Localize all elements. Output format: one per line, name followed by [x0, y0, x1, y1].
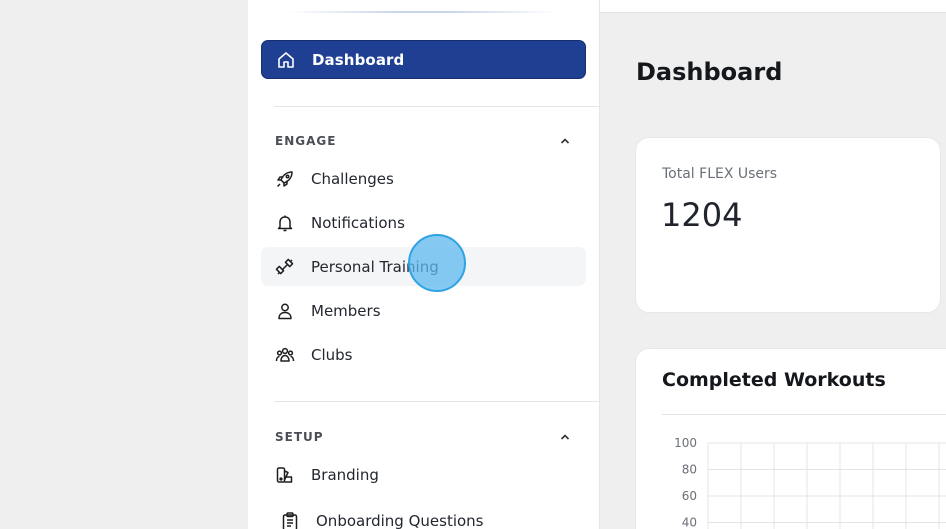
sidebar-item-label: Branding [311, 465, 379, 484]
chart-y-tick-label: 60 [682, 489, 697, 503]
chevron-up-icon[interactable] [559, 135, 571, 147]
chart-y-tick-label: 40 [682, 516, 697, 529]
sidebar-item-label: Challenges [311, 169, 394, 188]
sidebar-item-label: Notifications [311, 213, 405, 232]
sidebar-item-label: Clubs [311, 345, 353, 364]
sidebar-item-label: Dashboard [312, 50, 405, 69]
dumbbell-icon [275, 257, 295, 277]
sidebar-item-challenges[interactable]: Challenges [261, 159, 586, 198]
chevron-up-icon[interactable] [559, 431, 571, 443]
palette-icon [275, 465, 295, 485]
sidebar-divider [274, 106, 600, 107]
sidebar-item-label: Members [311, 301, 381, 320]
sidebar-item-branding[interactable]: Branding [261, 455, 586, 494]
chart-y-tick-label: 100 [674, 436, 697, 450]
click-indicator [408, 234, 466, 292]
stat-value: 1204 [661, 196, 743, 234]
rocket-icon [275, 169, 295, 189]
stat-card-total-users: Total FLEX Users 1204 [635, 137, 941, 313]
section-header-engage[interactable]: ENGAGE [275, 134, 571, 148]
group-icon [275, 345, 295, 365]
sidebar-top-divider [288, 11, 559, 13]
sidebar-item-dashboard[interactable]: Dashboard [261, 40, 586, 79]
clipboard-icon [280, 511, 300, 529]
section-title: ENGAGE [275, 134, 337, 148]
chart-y-tick-label: 80 [682, 463, 697, 477]
user-icon [275, 301, 295, 321]
chart-plot: 100 80 60 40 [674, 436, 946, 529]
chart-card-completed-workouts: Completed Workouts 100 80 60 40 [635, 348, 946, 529]
sidebar-item-onboarding-questions[interactable]: Onboarding Questions [261, 501, 586, 529]
top-bar [600, 0, 946, 13]
bell-icon [275, 213, 295, 233]
home-icon [276, 50, 296, 70]
sidebar-divider [274, 401, 600, 402]
stat-label: Total FLEX Users [662, 166, 778, 182]
page-title: Dashboard [636, 58, 783, 86]
section-title: SETUP [275, 430, 324, 444]
sidebar-item-label: Onboarding Questions [316, 511, 484, 529]
sidebar-item-clubs[interactable]: Clubs [261, 335, 586, 374]
section-header-setup[interactable]: SETUP [275, 430, 571, 444]
sidebar-item-members[interactable]: Members [261, 291, 586, 330]
